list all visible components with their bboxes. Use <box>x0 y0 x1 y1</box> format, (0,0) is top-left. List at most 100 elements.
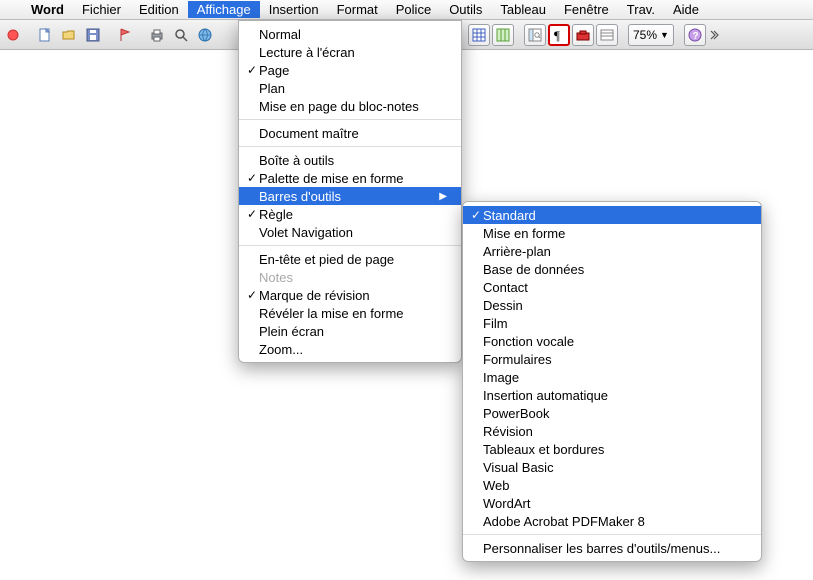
print-icon[interactable] <box>146 24 168 46</box>
menu-item-label: Web <box>483 478 747 493</box>
menu-item-label: Palette de mise en forme <box>259 171 447 186</box>
menu-item-label: Volet Navigation <box>259 225 447 240</box>
toolbars-item-standard[interactable]: ✓Standard <box>463 206 761 224</box>
menu-item-label: Lecture à l'écran <box>259 45 447 60</box>
toolbars-item-wordart[interactable]: WordArt <box>463 494 761 512</box>
menu-item-format[interactable]: Format <box>328 1 387 18</box>
menu-item-outils[interactable]: Outils <box>440 1 491 18</box>
menu-item-label: Boîte à outils <box>259 153 447 168</box>
chevron-down-icon: ▼ <box>660 30 669 40</box>
menu-item-edition[interactable]: Edition <box>130 1 188 18</box>
affichage-separator <box>239 119 461 120</box>
toolbars-item-powerbook[interactable]: PowerBook <box>463 404 761 422</box>
toolbars-item-arri-re-plan[interactable]: Arrière-plan <box>463 242 761 260</box>
menu-item-label: Insertion automatique <box>483 388 747 403</box>
affichage-item-r-v-ler-la-mise-en-forme[interactable]: Révéler la mise en forme <box>239 304 461 322</box>
toolbars-item-contact[interactable]: Contact <box>463 278 761 296</box>
affichage-item-document-ma-tre[interactable]: Document maître <box>239 124 461 142</box>
toolbars-item-formulaires[interactable]: Formulaires <box>463 350 761 368</box>
toolbars-item-r-vision[interactable]: Révision <box>463 422 761 440</box>
menu-item-label: Contact <box>483 280 747 295</box>
toolbars-item-insertion-automatique[interactable]: Insertion automatique <box>463 386 761 404</box>
new-doc-icon[interactable] <box>34 24 56 46</box>
toolbars-item-base-de-donn-es[interactable]: Base de données <box>463 260 761 278</box>
chevron-right-icon[interactable] <box>708 24 720 46</box>
affichage-separator <box>239 245 461 246</box>
save-icon[interactable] <box>82 24 104 46</box>
menu-item-label: En-tête et pied de page <box>259 252 447 267</box>
affichage-item-normal[interactable]: Normal <box>239 25 461 43</box>
menu-item-affichage[interactable]: Affichage <box>188 1 260 18</box>
help-icon[interactable]: ? <box>684 24 706 46</box>
menu-item-fichier[interactable]: Fichier <box>73 1 130 18</box>
columns-grid-icon[interactable] <box>492 24 514 46</box>
affichage-item-mise-en-page-du-bloc-notes[interactable]: Mise en page du bloc-notes <box>239 97 461 115</box>
affichage-item-marque-de-r-vision[interactable]: ✓Marque de révision <box>239 286 461 304</box>
menu-item-insertion[interactable]: Insertion <box>260 1 328 18</box>
paragraph-marks-icon[interactable]: ¶ <box>548 24 570 46</box>
toolbars-item-personnaliser-les-barres-d-outils-menus-[interactable]: Personnaliser les barres d'outils/menus.… <box>463 539 761 557</box>
checkmark-icon: ✓ <box>245 63 259 77</box>
toolbox-icon[interactable] <box>572 24 594 46</box>
gallery-icon[interactable] <box>596 24 618 46</box>
checkmark-icon: ✓ <box>469 208 483 222</box>
toolbars-item-mise-en-forme[interactable]: Mise en forme <box>463 224 761 242</box>
menu-item-fen-tre[interactable]: Fenêtre <box>555 1 618 18</box>
checkmark-icon: ✓ <box>245 288 259 302</box>
toolbars-item-visual-basic[interactable]: Visual Basic <box>463 458 761 476</box>
menu-item-label: PowerBook <box>483 406 747 421</box>
menu-item-aide[interactable]: Aide <box>664 1 708 18</box>
menu-item-label: Standard <box>483 208 747 223</box>
menu-item-label: Mise en forme <box>483 226 747 241</box>
toolbars-item-tableaux-et-bordures[interactable]: Tableaux et bordures <box>463 440 761 458</box>
magnifier-icon[interactable] <box>170 24 192 46</box>
affichage-item-barres-d-outils[interactable]: Barres d'outils▶ <box>239 187 461 205</box>
menu-item-police[interactable]: Police <box>387 1 440 18</box>
toolbars-item-adobe-acrobat-pdfmaker-8[interactable]: Adobe Acrobat PDFMaker 8 <box>463 512 761 530</box>
table-grid-icon[interactable] <box>468 24 490 46</box>
menu-item-label: Tableaux et bordures <box>483 442 747 457</box>
affichage-item-palette-de-mise-en-forme[interactable]: ✓Palette de mise en forme <box>239 169 461 187</box>
menu-item-tableau[interactable]: Tableau <box>491 1 555 18</box>
affichage-item-bo-te-outils[interactable]: Boîte à outils <box>239 151 461 169</box>
menu-item-label: Fonction vocale <box>483 334 747 349</box>
toolbars-item-fonction-vocale[interactable]: Fonction vocale <box>463 332 761 350</box>
svg-text:?: ? <box>692 31 698 42</box>
checkmark-icon: ✓ <box>245 207 259 221</box>
web-preview-icon[interactable] <box>194 24 216 46</box>
menu-item-label: Formulaires <box>483 352 747 367</box>
menu-item-word[interactable]: Word <box>22 1 73 18</box>
menu-item-label: WordArt <box>483 496 747 511</box>
dropdown-affichage: Normal Lecture à l'écran✓Page Plan Mise en … <box>238 20 462 363</box>
affichage-item-en-t-te-et-pied-de-page[interactable]: En-tête et pied de page <box>239 250 461 268</box>
toolbars-item-film[interactable]: Film <box>463 314 761 332</box>
menu-item-label: Image <box>483 370 747 385</box>
affichage-item-page[interactable]: ✓Page <box>239 61 461 79</box>
toolbars-item-image[interactable]: Image <box>463 368 761 386</box>
toolbars-item-web[interactable]: Web <box>463 476 761 494</box>
menu-item-label: Règle <box>259 207 447 222</box>
checkmark-icon: ✓ <box>245 171 259 185</box>
flag-icon[interactable] <box>114 24 136 46</box>
menu-item-label: Plan <box>259 81 447 96</box>
affichage-item-zoom-[interactable]: Zoom... <box>239 340 461 358</box>
nav-pane-icon[interactable] <box>524 24 546 46</box>
toolbars-item-dessin[interactable]: Dessin <box>463 296 761 314</box>
zoom-selector[interactable]: 75% ▼ <box>628 24 674 46</box>
menu-item-label: Plein écran <box>259 324 447 339</box>
affichage-item-volet-navigation[interactable]: Volet Navigation <box>239 223 461 241</box>
menu-item-label: Révision <box>483 424 747 439</box>
dropdown-toolbars: ✓Standard Mise en formeArrière-plan Base d… <box>462 201 762 562</box>
menu-item-trav-[interactable]: Trav. <box>618 1 664 18</box>
affichage-item-plan[interactable]: Plan <box>239 79 461 97</box>
open-icon[interactable] <box>58 24 80 46</box>
affichage-item-lecture-l-cran[interactable]: Lecture à l'écran <box>239 43 461 61</box>
close-window-icon[interactable] <box>2 24 24 46</box>
menu-item-label: Mise en page du bloc-notes <box>259 99 447 114</box>
affichage-item-plein-cran[interactable]: Plein écran <box>239 322 461 340</box>
affichage-separator <box>239 146 461 147</box>
toolbars-separator <box>463 534 761 535</box>
affichage-item-r-gle[interactable]: ✓Règle <box>239 205 461 223</box>
svg-text:¶: ¶ <box>554 28 560 42</box>
menu-item-label: Base de données <box>483 262 747 277</box>
